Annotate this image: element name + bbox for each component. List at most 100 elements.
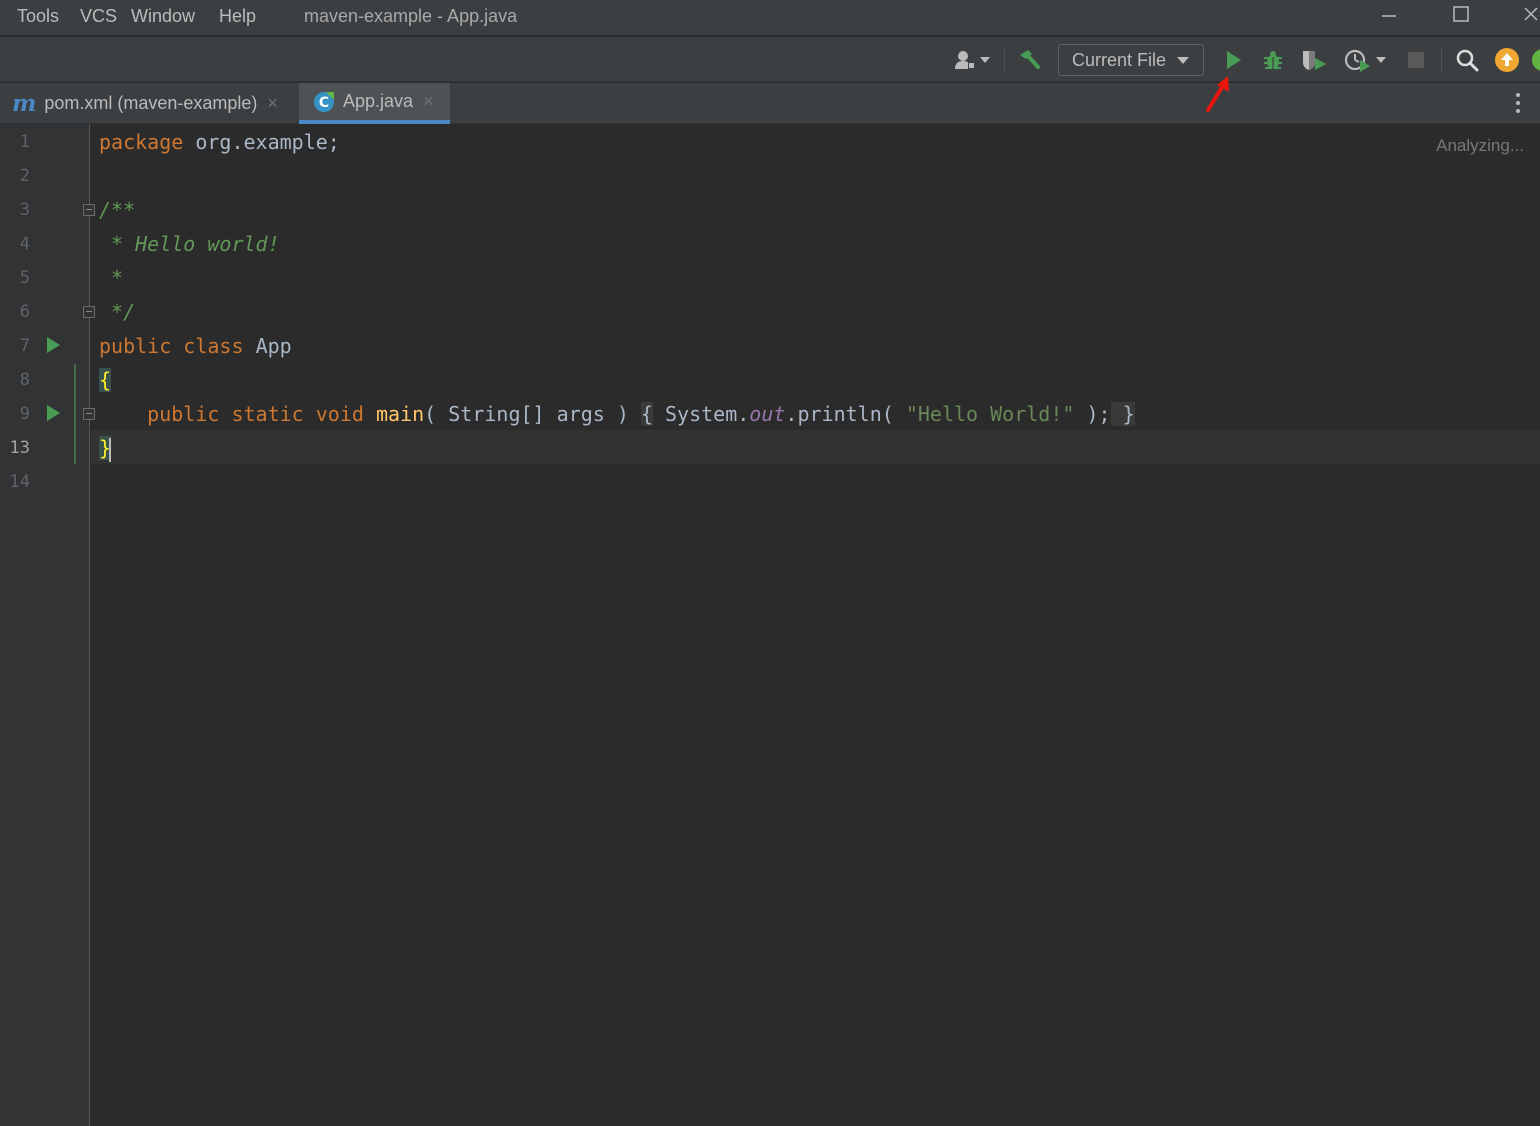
svg-text:C: C <box>319 95 329 111</box>
close-tab-icon[interactable]: × <box>267 93 278 114</box>
code-line-8: { <box>99 363 112 397</box>
fold-expand-icon[interactable] <box>83 408 95 420</box>
hammer-icon <box>1020 50 1040 69</box>
inspection-status: Analyzing... <box>1436 136 1524 155</box>
code-line-4: * Hello world! <box>99 232 280 256</box>
close-window-button[interactable] <box>1516 4 1540 30</box>
menu-window[interactable]: Window <box>131 6 195 27</box>
stop-button[interactable] <box>1400 45 1432 75</box>
menu-help[interactable]: Help <box>219 6 256 27</box>
line-number: 5 <box>19 268 30 288</box>
line-number: 14 <box>9 472 30 492</box>
run-icon <box>1227 51 1241 69</box>
code-text: ); <box>1074 402 1111 426</box>
toolbar-separator <box>1004 47 1005 73</box>
build-button[interactable] <box>1012 45 1046 75</box>
code-text: .println( <box>785 402 906 426</box>
folded-brace[interactable]: { <box>640 402 653 426</box>
menu-vcs-label: VCS <box>80 6 118 26</box>
code-line-1: package org.example; <box>99 125 340 159</box>
fold-end-icon[interactable] <box>83 306 95 318</box>
editor-tab-bar: m pom.xml (maven-example) × C App.java × <box>0 83 1540 124</box>
keyword: class <box>183 334 244 358</box>
code-editor[interactable]: 1 2 3 4 5 6 7 8 9 13 14 Analyzing... pac… <box>0 124 1540 1126</box>
line-number: 6 <box>19 302 30 322</box>
window-title: maven-example - App.java <box>304 6 518 26</box>
maximize-icon <box>1453 6 1469 22</box>
string-literal: "Hello World!" <box>905 402 1075 426</box>
menu-window-label: Window <box>131 6 196 26</box>
brace-scope-guide <box>74 364 76 464</box>
line-number: 9 <box>19 404 30 424</box>
close-icon <box>1524 7 1538 21</box>
maximize-button[interactable] <box>1446 4 1476 30</box>
keyword: static <box>231 402 304 426</box>
method-name: main <box>375 402 425 426</box>
code-line-7: public class App <box>99 329 292 363</box>
code-line-13: } <box>99 431 112 465</box>
line-number: 4 <box>19 234 30 254</box>
run-class-gutter-icon[interactable] <box>47 337 60 353</box>
line-number: 3 <box>19 200 30 220</box>
bug-icon <box>1264 51 1282 69</box>
keyword: void <box>315 402 364 426</box>
maven-icon: m <box>12 90 37 117</box>
code-line-9: public static void main( String[] args )… <box>99 397 1135 431</box>
coverage-icon <box>1303 51 1326 70</box>
annotation-arrow-icon <box>1206 76 1229 112</box>
plugin-icon <box>1532 49 1540 71</box>
current-line-highlight <box>91 430 1540 464</box>
code-line-6: */ <box>99 300 136 324</box>
line-number: 2 <box>19 166 30 186</box>
java-class-icon: C <box>314 91 334 112</box>
keyword: public <box>147 402 220 426</box>
keyword: public <box>99 334 172 358</box>
run-configuration-label: Current File <box>1072 49 1167 70</box>
code-text: ( String[] args ) <box>424 402 641 426</box>
folded-brace[interactable]: } <box>1110 402 1135 426</box>
upgrade-arrow-icon <box>1495 48 1519 72</box>
keyword: package <box>99 130 184 154</box>
search-everywhere-button[interactable] <box>1452 45 1482 75</box>
chevron-down-icon <box>980 57 990 63</box>
plugin-button[interactable] <box>1530 45 1540 75</box>
main-toolbar: Current File <box>0 37 1540 82</box>
tab-pom-xml[interactable]: m pom.xml (maven-example) × <box>0 83 298 124</box>
stop-icon <box>1408 52 1424 68</box>
tab-pom-xml-label: pom.xml (maven-example) <box>44 93 258 113</box>
text-caret <box>109 437 112 462</box>
static-field: out <box>749 402 786 426</box>
menu-tools[interactable]: Tools <box>17 6 59 27</box>
profiler-icon <box>1344 49 1370 72</box>
profiler-button[interactable] <box>1340 45 1390 75</box>
line-number: 8 <box>19 370 30 390</box>
minimize-button[interactable] <box>1374 4 1404 30</box>
more-options-icon[interactable] <box>1516 93 1522 113</box>
user-account-button[interactable] <box>950 45 994 75</box>
matched-brace: { <box>99 368 112 392</box>
search-icon <box>1456 49 1479 72</box>
line-number: 1 <box>19 132 30 152</box>
tab-app-java-label: App.java <box>343 91 414 111</box>
run-main-gutter-icon[interactable] <box>47 405 60 421</box>
close-tab-icon[interactable]: × <box>423 91 434 112</box>
updates-button[interactable] <box>1492 45 1522 75</box>
code-line-3: /** <box>99 198 136 222</box>
menu-vcs[interactable]: VCS <box>80 6 117 27</box>
minimize-icon <box>1382 15 1396 17</box>
menu-help-label: Help <box>219 6 257 26</box>
debug-button[interactable] <box>1258 45 1288 75</box>
tab-app-java[interactable]: C App.java × <box>299 83 450 124</box>
code-line-5: * <box>99 266 124 290</box>
title-bar: Tools VCS Window Help maven-example - Ap… <box>0 0 1540 36</box>
user-icon <box>955 51 975 69</box>
run-configuration-select[interactable]: Current File <box>1058 44 1204 76</box>
class-name: App <box>255 334 292 358</box>
run-with-coverage-button[interactable] <box>1298 45 1330 75</box>
fold-collapse-icon[interactable] <box>83 204 95 216</box>
toolbar-separator <box>1441 47 1442 73</box>
line-number: 7 <box>19 336 30 356</box>
code-text: org.example; <box>183 130 340 154</box>
menu-tools-label: Tools <box>17 6 60 26</box>
chevron-down-icon <box>1177 57 1189 64</box>
